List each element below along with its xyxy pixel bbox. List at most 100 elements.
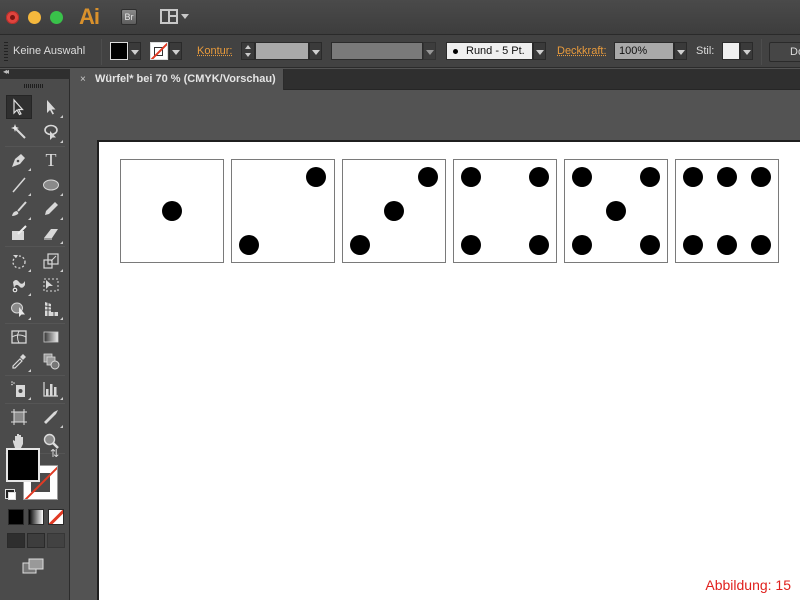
style-label: Stil: bbox=[696, 45, 714, 57]
stroke-color-swatch[interactable] bbox=[150, 42, 168, 60]
screen-mode-icon[interactable] bbox=[22, 558, 44, 574]
gradient-tool-icon[interactable] bbox=[38, 325, 64, 349]
pen-tool-icon[interactable] bbox=[6, 148, 32, 172]
stroke-label[interactable]: Kontur: bbox=[197, 45, 232, 57]
fill-color-swatch[interactable] bbox=[110, 42, 128, 60]
none-mode-button[interactable] bbox=[48, 509, 64, 525]
stroke-weight-stepper[interactable] bbox=[241, 42, 255, 60]
die-pip bbox=[640, 235, 660, 255]
panel-grip-handle[interactable] bbox=[4, 42, 8, 62]
eyedropper-tool-icon[interactable] bbox=[6, 349, 32, 373]
shape-builder-tool-icon[interactable] bbox=[6, 297, 32, 321]
line-segment-tool-icon[interactable] bbox=[6, 173, 32, 197]
die-pip bbox=[683, 167, 703, 187]
app-logo: Ai bbox=[79, 4, 99, 30]
symbol-sprayer-tool-icon[interactable] bbox=[6, 377, 32, 401]
die-pip bbox=[461, 167, 481, 187]
opacity-input[interactable]: 100% bbox=[614, 42, 674, 60]
die-pip bbox=[306, 167, 326, 187]
mesh-tool-icon[interactable] bbox=[6, 325, 32, 349]
fill-dropdown[interactable] bbox=[128, 42, 141, 60]
chevron-down-icon[interactable] bbox=[181, 14, 189, 19]
rotate-tool-icon[interactable] bbox=[6, 249, 32, 273]
die-pip bbox=[529, 235, 549, 255]
stroke-weight-dropdown[interactable] bbox=[309, 42, 322, 60]
draw-behind-button[interactable] bbox=[27, 533, 45, 548]
die-1[interactable] bbox=[120, 159, 224, 263]
brush-dot-icon bbox=[453, 49, 458, 54]
graphic-style-swatch[interactable] bbox=[722, 42, 740, 60]
color-mode-button[interactable] bbox=[8, 509, 24, 525]
direct-selection-tool-icon[interactable] bbox=[38, 95, 64, 119]
eraser-tool-icon[interactable] bbox=[38, 221, 64, 245]
blend-tool-icon[interactable] bbox=[38, 349, 64, 373]
divider bbox=[5, 246, 65, 247]
default-fill-stroke-icon[interactable] bbox=[5, 489, 15, 499]
stroke-dropdown[interactable] bbox=[169, 42, 182, 60]
tools-panel-header[interactable]: ◂◂ bbox=[0, 69, 70, 79]
die-pip bbox=[384, 201, 404, 221]
close-tab-icon[interactable]: × bbox=[80, 69, 86, 90]
selection-status: Keine Auswahl bbox=[13, 45, 85, 57]
window-maximize-button[interactable] bbox=[50, 11, 63, 24]
pencil-tool-icon[interactable] bbox=[38, 197, 64, 221]
die-pip bbox=[640, 167, 660, 187]
paintbrush-tool-icon[interactable] bbox=[6, 197, 32, 221]
die-pip bbox=[683, 235, 703, 255]
blob-brush-tool-icon[interactable] bbox=[6, 221, 32, 245]
free-transform-tool-icon[interactable] bbox=[38, 273, 64, 297]
divider bbox=[5, 146, 65, 147]
window-close-button[interactable] bbox=[6, 11, 19, 24]
die-pip bbox=[572, 167, 592, 187]
die-pip bbox=[529, 167, 549, 187]
gradient-mode-button[interactable] bbox=[28, 509, 44, 525]
die-pip bbox=[751, 167, 771, 187]
swap-fill-stroke-icon[interactable]: ⇅ bbox=[50, 447, 59, 460]
column-graph-tool-icon[interactable] bbox=[38, 377, 64, 401]
lasso-tool-icon[interactable] bbox=[38, 120, 64, 144]
divider bbox=[5, 403, 65, 404]
die-pip bbox=[461, 235, 481, 255]
title-bar: Ai Br bbox=[0, 0, 800, 35]
document-tab-title: Würfel* bei 70 % (CMYK/Vorschau) bbox=[95, 69, 276, 90]
die-pip bbox=[717, 167, 737, 187]
bridge-button[interactable]: Br bbox=[121, 9, 137, 25]
variable-width-profile[interactable] bbox=[331, 42, 423, 60]
divider bbox=[761, 39, 762, 65]
variable-width-dropdown[interactable] bbox=[423, 42, 436, 60]
graphic-style-dropdown[interactable] bbox=[740, 42, 753, 60]
perspective-grid-tool-icon[interactable] bbox=[38, 297, 64, 321]
window-minimize-button[interactable] bbox=[28, 11, 41, 24]
fill-swatch[interactable] bbox=[6, 448, 40, 482]
document-setup-button[interactable]: Do bbox=[769, 42, 800, 62]
puppet-warp-tool-icon[interactable] bbox=[6, 273, 32, 297]
draw-inside-button[interactable] bbox=[47, 533, 65, 548]
magic-wand-tool-icon[interactable] bbox=[6, 120, 32, 144]
die-2[interactable] bbox=[231, 159, 335, 263]
control-bar: Keine Auswahl Kontur: Rund - 5 Pt. Deckk… bbox=[0, 35, 800, 68]
die-pip bbox=[350, 235, 370, 255]
type-tool-icon[interactable]: T bbox=[38, 148, 64, 172]
die-6[interactable] bbox=[675, 159, 779, 263]
die-pip bbox=[751, 235, 771, 255]
die-5[interactable] bbox=[564, 159, 668, 263]
slice-tool-icon[interactable] bbox=[38, 405, 64, 429]
draw-normal-button[interactable] bbox=[7, 533, 25, 548]
brush-definition-field[interactable]: Rund - 5 Pt. bbox=[446, 42, 533, 60]
document-tab-bar: × Würfel* bei 70 % (CMYK/Vorschau) bbox=[71, 69, 800, 90]
opacity-dropdown[interactable] bbox=[674, 42, 687, 60]
stroke-weight-input[interactable] bbox=[255, 42, 309, 60]
workspace-layout-icon[interactable] bbox=[160, 9, 178, 24]
collapse-panel-icon[interactable]: ◂◂ bbox=[3, 67, 7, 76]
selection-tool-icon[interactable] bbox=[6, 95, 32, 119]
artboard-tool-icon[interactable] bbox=[6, 405, 32, 429]
document-tab[interactable]: × Würfel* bei 70 % (CMYK/Vorschau) bbox=[71, 69, 284, 90]
scale-tool-icon[interactable] bbox=[38, 249, 64, 273]
panel-grip-handle[interactable] bbox=[24, 84, 44, 88]
die-4[interactable] bbox=[453, 159, 557, 263]
tools-panel: T ⇅ bbox=[0, 79, 70, 600]
opacity-label[interactable]: Deckkraft: bbox=[557, 45, 607, 57]
die-3[interactable] bbox=[342, 159, 446, 263]
brush-dropdown[interactable] bbox=[533, 42, 546, 60]
ellipse-tool-icon[interactable] bbox=[38, 173, 64, 197]
